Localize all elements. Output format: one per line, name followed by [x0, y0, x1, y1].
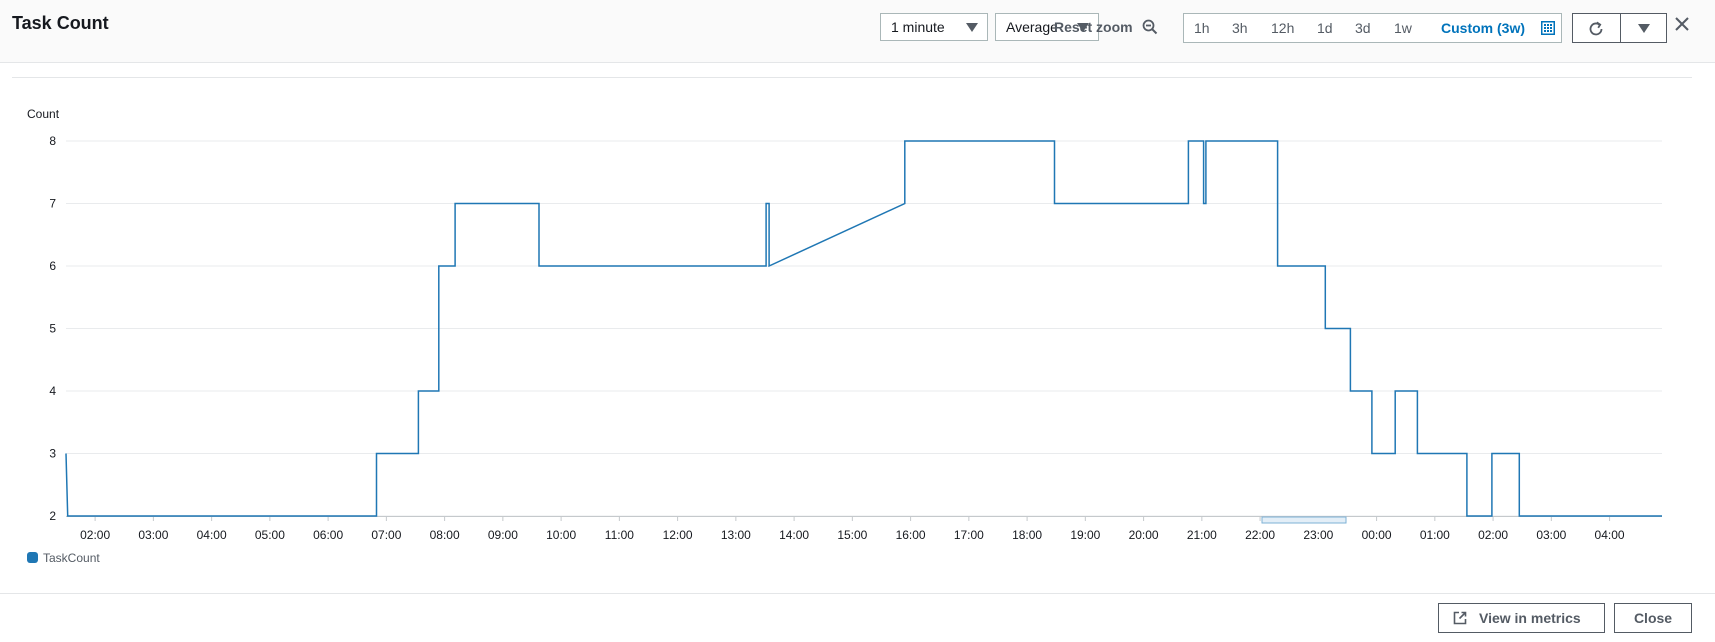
- x-tick-label: 13:00: [721, 528, 751, 542]
- x-tick-label: 12:00: [663, 528, 693, 542]
- x-tick-label: 03:00: [1536, 528, 1566, 542]
- x-tick-label: 17:00: [954, 528, 984, 542]
- x-tick-label: 21:00: [1187, 528, 1217, 542]
- y-tick-label: 2: [49, 509, 56, 523]
- chart-legend[interactable]: TaskCount: [27, 551, 100, 565]
- x-tick-label: 07:00: [371, 528, 401, 542]
- task-count-chart: 2 3 4 5 6 7 8 02:00 03:00 04:00 05:00 06:00 07:00 08…: [49, 134, 1662, 542]
- x-tick-label: 11:00: [605, 528, 634, 542]
- x-tick-label: 20:00: [1129, 528, 1159, 542]
- x-tick-label: 10:00: [546, 528, 576, 542]
- x-tick-label: 23:00: [1303, 528, 1333, 542]
- external-link-icon: [1453, 611, 1467, 625]
- y-tick-label: 4: [49, 384, 56, 398]
- view-in-metrics-label: View in metrics: [1479, 610, 1581, 626]
- x-tick-label: 18:00: [1012, 528, 1042, 542]
- x-tick-label: 19:00: [1070, 528, 1100, 542]
- x-tick-label: 05:00: [255, 528, 285, 542]
- x-tick-label: 04:00: [197, 528, 227, 542]
- x-tick-label: 15:00: [837, 528, 867, 542]
- x-tick-label: 16:00: [896, 528, 926, 542]
- close-button[interactable]: Close: [1614, 603, 1692, 633]
- x-tick-label: 00:00: [1362, 528, 1392, 542]
- view-in-metrics-button[interactable]: View in metrics: [1438, 603, 1605, 633]
- x-tick-label: 03:00: [138, 528, 168, 542]
- y-tick-label: 6: [49, 259, 56, 273]
- y-tick-label: 5: [49, 322, 56, 336]
- y-tick-label: 7: [49, 197, 56, 211]
- zoom-range-marker[interactable]: [1261, 516, 1347, 524]
- x-tick-label: 02:00: [1478, 528, 1508, 542]
- x-tick-label: 06:00: [313, 528, 343, 542]
- x-tick-label: 22:00: [1245, 528, 1275, 542]
- x-tick-label: 02:00: [80, 528, 110, 542]
- x-tick-label: 14:00: [779, 528, 809, 542]
- legend-swatch: [27, 552, 38, 563]
- x-tick-label: 09:00: [488, 528, 518, 542]
- x-tick-label: 04:00: [1595, 528, 1625, 542]
- legend-label: TaskCount: [43, 551, 100, 565]
- divider: [0, 593, 1715, 594]
- y-tick-label: 8: [49, 134, 56, 148]
- x-tick-label: 08:00: [430, 528, 460, 542]
- y-tick-label: 3: [49, 447, 56, 461]
- x-tick-label: 01:00: [1420, 528, 1450, 542]
